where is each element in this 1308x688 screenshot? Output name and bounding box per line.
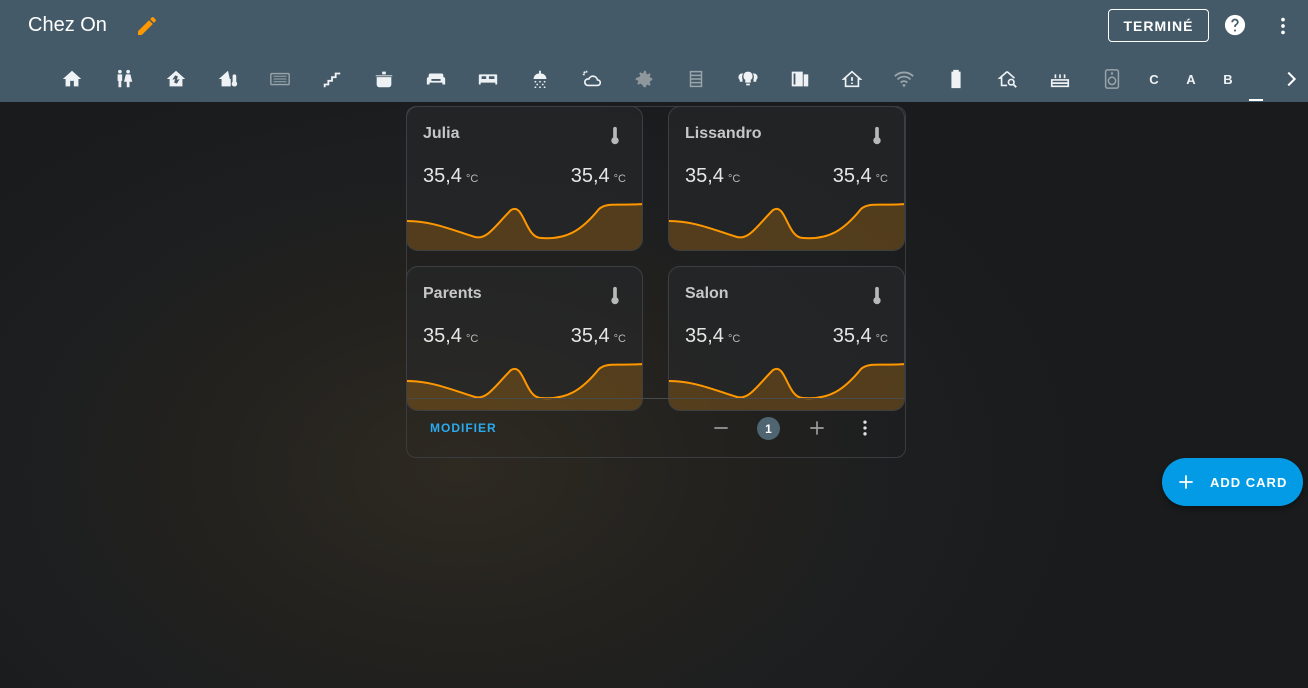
bed-icon[interactable]	[474, 66, 502, 92]
value-left: 35,4 °C	[423, 325, 479, 347]
value-right: 35,4 °C	[570, 165, 626, 187]
home-thermometer-icon[interactable]	[214, 66, 242, 92]
speaker-icon[interactable]	[1098, 66, 1126, 92]
sensor-card-salon[interactable]: Salon 35,4 °C 35,4 °C	[668, 266, 905, 411]
thermometer-icon	[873, 286, 881, 305]
minus-icon[interactable]	[711, 418, 731, 438]
thermometer-icon	[873, 126, 881, 145]
card-title: Parents	[423, 285, 482, 302]
modify-button[interactable]: MODIFIER	[430, 421, 497, 435]
history-graph	[407, 203, 642, 250]
tab-b[interactable]: B	[1214, 66, 1242, 92]
battery-icon[interactable]	[942, 66, 970, 92]
wifi-icon[interactable]	[890, 66, 918, 92]
more-vertical-icon[interactable]	[1272, 14, 1294, 38]
value-right: 35,4 °C	[570, 325, 626, 347]
home-icon[interactable]	[58, 66, 86, 92]
sensor-card-parents[interactable]: Parents 35,4 °C 35,4 °C	[406, 266, 643, 411]
value-left: 35,4 °C	[685, 165, 741, 187]
section-divider	[407, 398, 905, 399]
plus-icon[interactable]	[807, 418, 827, 438]
radiator-heat-icon[interactable]	[1046, 66, 1074, 92]
history-graph	[669, 363, 904, 410]
home-alert-icon[interactable]	[838, 66, 866, 92]
home-search-icon[interactable]	[994, 66, 1022, 92]
pencil-icon[interactable]	[135, 14, 159, 38]
card-title: Julia	[423, 125, 460, 142]
sensor-card-lissandro[interactable]: Lissandro 35,4 °C 35,4 °C	[668, 106, 905, 251]
done-button[interactable]: TERMINÉ	[1108, 9, 1209, 42]
card-title: Lissandro	[685, 125, 762, 142]
add-card-button[interactable]: ADD CARD	[1162, 458, 1303, 506]
value-left: 35,4 °C	[423, 165, 479, 187]
history-graph	[407, 363, 642, 410]
value-right: 35,4 °C	[832, 325, 888, 347]
more-vertical-icon[interactable]	[855, 417, 875, 439]
history-graph	[669, 203, 904, 250]
shower-icon[interactable]	[526, 66, 554, 92]
radiator-icon[interactable]	[682, 66, 710, 92]
chevron-right-icon[interactable]	[1280, 68, 1302, 90]
sofa-icon[interactable]	[422, 66, 450, 92]
pot-icon[interactable]	[370, 66, 398, 92]
toilet-icon[interactable]	[110, 66, 138, 92]
plus-icon	[1179, 475, 1193, 489]
dashboard-title: Chez On	[28, 14, 107, 36]
thermometer-icon	[611, 286, 619, 305]
gear-icon[interactable]	[630, 66, 658, 92]
value-right: 35,4 °C	[832, 165, 888, 187]
sensor-card-julia[interactable]: Julia 35,4 °C 35,4 °C	[406, 106, 643, 251]
home-lightning-icon[interactable]	[162, 66, 190, 92]
position-badge: 1	[757, 417, 780, 440]
value-left: 35,4 °C	[685, 325, 741, 347]
add-card-label: ADD CARD	[1210, 474, 1288, 490]
tab-a[interactable]: A	[1177, 66, 1205, 92]
active-tab-indicator	[1249, 99, 1263, 101]
radiator-display-icon[interactable]	[266, 66, 294, 92]
app-toolbar: Chez On TERMINÉ C A B	[0, 0, 1308, 102]
view-tabs: C A B	[0, 60, 1308, 102]
weather-partly-cloudy-icon[interactable]	[578, 66, 606, 92]
thermometer-icon	[611, 126, 619, 145]
lightbulb-group-icon[interactable]	[734, 66, 762, 92]
tab-c[interactable]: C	[1140, 66, 1168, 92]
door-icon[interactable]	[786, 66, 814, 92]
card-title: Salon	[685, 285, 729, 302]
stairs-icon[interactable]	[318, 66, 346, 92]
help-icon[interactable]	[1224, 14, 1246, 36]
